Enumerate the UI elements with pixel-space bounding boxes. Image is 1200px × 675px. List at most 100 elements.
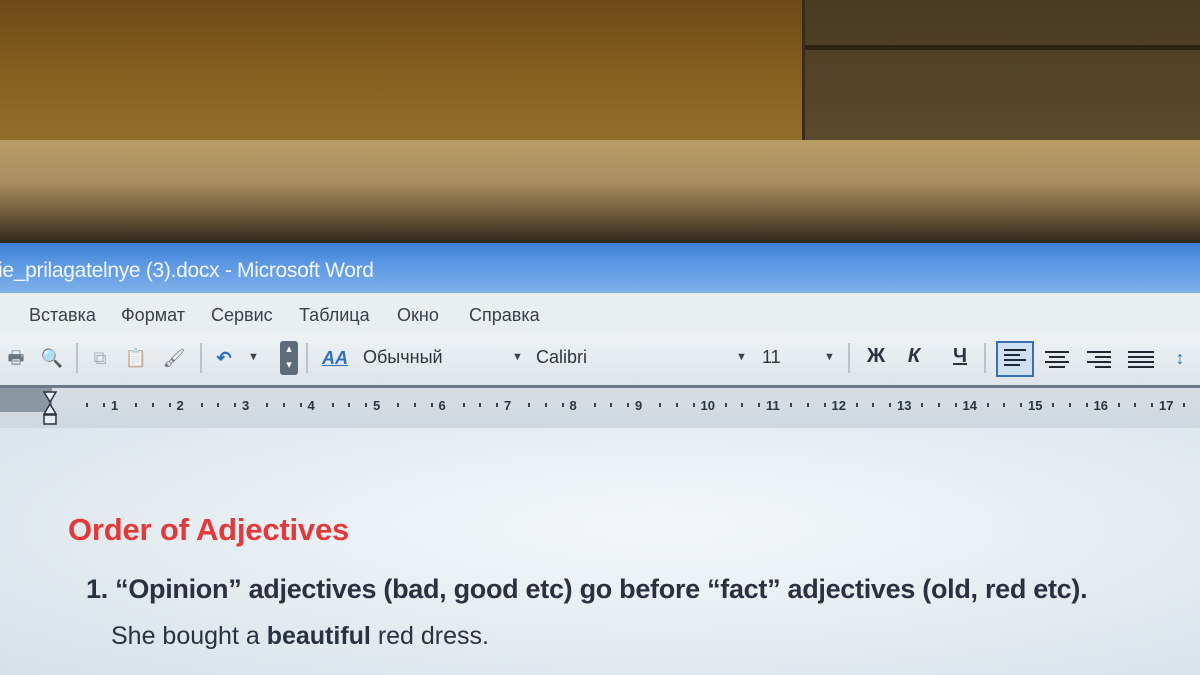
ruler-number: 4 bbox=[307, 398, 315, 413]
format-painter-icon[interactable]: 🖌 bbox=[162, 347, 186, 369]
style-dropdown-icon[interactable]: ▼ bbox=[512, 351, 523, 363]
document-page[interactable]: Order of Adjectives 1. “Opinion” adjecti… bbox=[0, 428, 1200, 675]
align-right-button[interactable] bbox=[1082, 343, 1116, 375]
ruler-tick bbox=[168, 403, 171, 407]
menu-format[interactable]: Формат bbox=[121, 305, 185, 326]
toolbar-options-icon[interactable]: ▴ ▾ bbox=[280, 341, 298, 375]
ruler-tick bbox=[86, 403, 88, 407]
ruler-number: 13 bbox=[897, 398, 912, 413]
window-title: ie_prilagatelnye (3).docx - Microsoft Wo… bbox=[0, 259, 374, 282]
undo-icon[interactable]: ↶ bbox=[212, 347, 236, 369]
ruler-tick bbox=[103, 403, 105, 407]
rule-item-1: 1. “Opinion” adjectives (bad, good etc) … bbox=[86, 574, 1088, 604]
menu-table[interactable]: Таблица bbox=[299, 305, 370, 326]
ruler-number: 17 bbox=[1159, 398, 1174, 413]
menu-insert[interactable]: Вставка bbox=[29, 305, 96, 326]
ruler-tick bbox=[1003, 403, 1005, 407]
ruler-tick bbox=[234, 403, 236, 407]
ruler-tick bbox=[675, 403, 678, 407]
font-name-dropdown-icon[interactable]: ▼ bbox=[736, 351, 747, 363]
ruler-number: 11 bbox=[766, 398, 780, 413]
ruler-number: 8 bbox=[569, 398, 577, 413]
ruler-number: 12 bbox=[831, 398, 846, 413]
print-preview-icon[interactable]: 🔍 bbox=[40, 347, 64, 369]
font-name-select[interactable]: Calibri bbox=[536, 347, 587, 368]
bold-button[interactable]: Ж bbox=[862, 345, 890, 368]
ruler-number: 3 bbox=[242, 398, 250, 413]
ruler-tick bbox=[496, 403, 498, 407]
justify-button[interactable] bbox=[1124, 343, 1158, 375]
ruler-tick bbox=[561, 403, 564, 407]
ruler-tick bbox=[1068, 403, 1071, 407]
ruler-tick bbox=[200, 403, 203, 407]
menu-overflow-edge: ı bbox=[0, 305, 1, 326]
font-size-dropdown-icon[interactable]: ▼ bbox=[824, 351, 835, 363]
ruler-tick bbox=[889, 403, 891, 407]
underline-button[interactable]: Ч bbox=[946, 345, 974, 368]
ruler-tick bbox=[921, 403, 923, 407]
ruler-number: 6 bbox=[438, 398, 446, 413]
align-left-button[interactable] bbox=[996, 341, 1034, 377]
align-center-button[interactable] bbox=[1040, 343, 1074, 375]
ruler-number: 15 bbox=[1028, 398, 1043, 413]
ruler-tick bbox=[479, 403, 481, 407]
menu-help[interactable]: Справка bbox=[469, 305, 540, 326]
ruler-tick bbox=[790, 403, 792, 407]
ruler-tick bbox=[266, 403, 268, 407]
italic-button[interactable]: К bbox=[900, 345, 928, 368]
ruler-tick bbox=[1085, 403, 1088, 407]
example-bold-word: beautiful bbox=[266, 622, 371, 650]
ruler-tick bbox=[282, 403, 285, 407]
ruler-tick bbox=[462, 403, 465, 407]
ruler-tick bbox=[528, 403, 530, 407]
ruler-tick bbox=[872, 403, 874, 407]
ruler-tick bbox=[758, 403, 760, 407]
ruler-tick bbox=[135, 403, 137, 407]
ruler-tick bbox=[217, 403, 219, 407]
ruler-tick bbox=[397, 403, 399, 407]
ruler-tick bbox=[724, 403, 727, 407]
ruler-tick bbox=[610, 403, 612, 407]
menu-tools[interactable]: Сервис bbox=[211, 305, 273, 326]
ruler-tick bbox=[544, 403, 547, 407]
paste-icon[interactable]: 📋 bbox=[124, 347, 148, 369]
formatting-toolbar: 🖶 🔍 ⧉ 📋 🖌 ↶ ▼ ▴ ▾ AA Обычный ▼ Calibri ▼ … bbox=[0, 333, 1200, 388]
ruler-number: 7 bbox=[504, 398, 512, 413]
ruler-tick bbox=[1151, 403, 1153, 407]
monitor-bezel bbox=[0, 140, 1200, 245]
style-select[interactable]: Обычный bbox=[363, 347, 443, 368]
ruler-number: 14 bbox=[962, 398, 977, 413]
menu-bar: ı Вставка Формат Сервис Таблица Окно Спр… bbox=[0, 293, 1200, 333]
ruler-tick bbox=[1052, 403, 1054, 407]
ruler-tick bbox=[692, 403, 695, 407]
line-spacing-icon[interactable]: ↕ bbox=[1168, 347, 1192, 369]
styles-icon[interactable]: AA bbox=[322, 347, 348, 369]
background-shelf bbox=[802, 0, 1200, 140]
ruler-number: 10 bbox=[700, 398, 715, 413]
ruler-tick bbox=[937, 403, 940, 407]
ruler-tick bbox=[823, 403, 826, 407]
print-icon[interactable]: 🖶 bbox=[4, 347, 28, 369]
ruler-tick bbox=[659, 403, 661, 407]
ruler-tick bbox=[1117, 403, 1120, 407]
ruler-tick bbox=[954, 403, 957, 407]
undo-dropdown-icon[interactable]: ▼ bbox=[248, 351, 259, 363]
ruler-number: 1 bbox=[111, 398, 119, 413]
font-size-select[interactable]: 11 bbox=[762, 347, 781, 368]
ruler-tick bbox=[593, 403, 596, 407]
document-heading: Order of Adjectives bbox=[68, 512, 350, 547]
ruler-number: 5 bbox=[373, 398, 381, 413]
ruler-tick bbox=[806, 403, 809, 407]
ruler-number: 16 bbox=[1093, 398, 1108, 413]
ruler-tick bbox=[430, 403, 433, 407]
word-window: ie_prilagatelnye (3).docx - Microsoft Wo… bbox=[0, 243, 1200, 675]
title-bar: ie_prilagatelnye (3).docx - Microsoft Wo… bbox=[0, 243, 1200, 293]
copy-icon[interactable]: ⧉ bbox=[88, 347, 112, 369]
example-sentence: She bought a beautiful red dress. bbox=[111, 622, 489, 651]
ruler-tick bbox=[348, 403, 350, 407]
indent-marker-icon[interactable] bbox=[43, 390, 57, 426]
menu-window[interactable]: Окно bbox=[397, 305, 439, 326]
example-prefix: She bought a bbox=[111, 622, 267, 650]
horizontal-ruler[interactable]: 1 2 3 4 5 6 7 8 9 10 11 12 13 14 15 16 17 bbox=[0, 388, 1200, 428]
ruler-tick bbox=[855, 403, 858, 407]
